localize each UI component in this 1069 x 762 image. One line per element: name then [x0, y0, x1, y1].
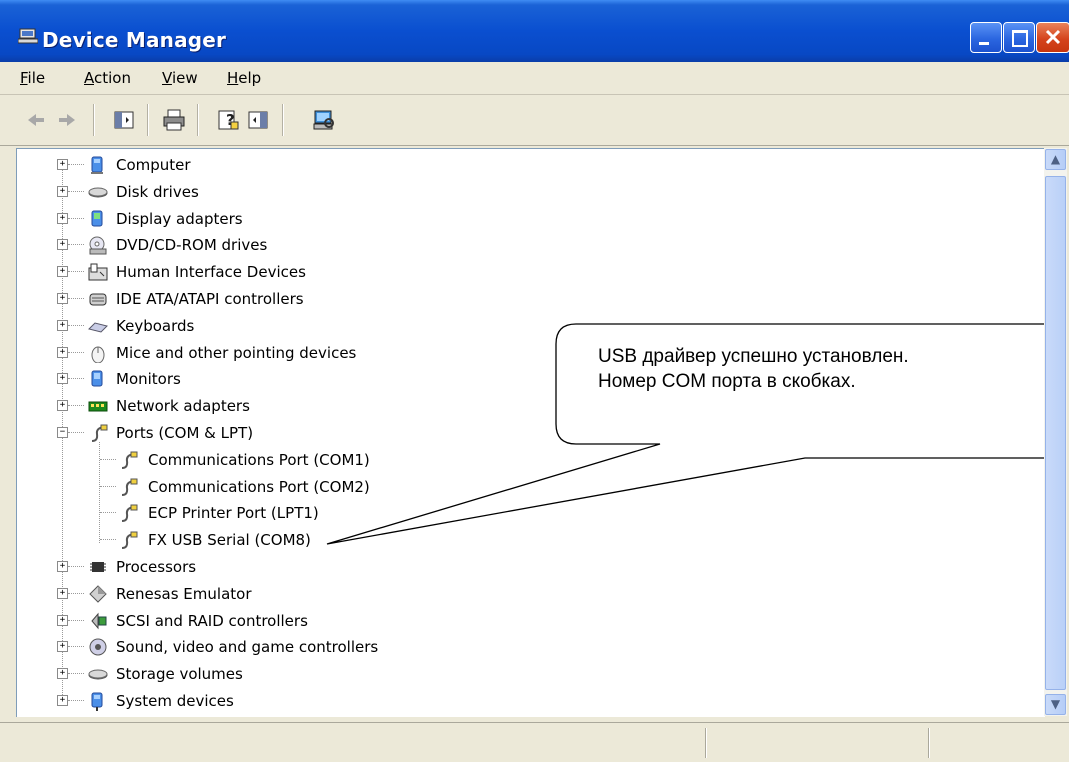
callout-line-1: USB драйвер успешно установлен.: [598, 346, 909, 367]
device-manager-window: Device Manager File Action View Help ? +…: [0, 0, 1069, 762]
callout-line-2: Номер COM порта в скобках.: [598, 371, 856, 392]
callout-text: USB драйвер успешно установлен. Номер CO…: [598, 344, 909, 394]
